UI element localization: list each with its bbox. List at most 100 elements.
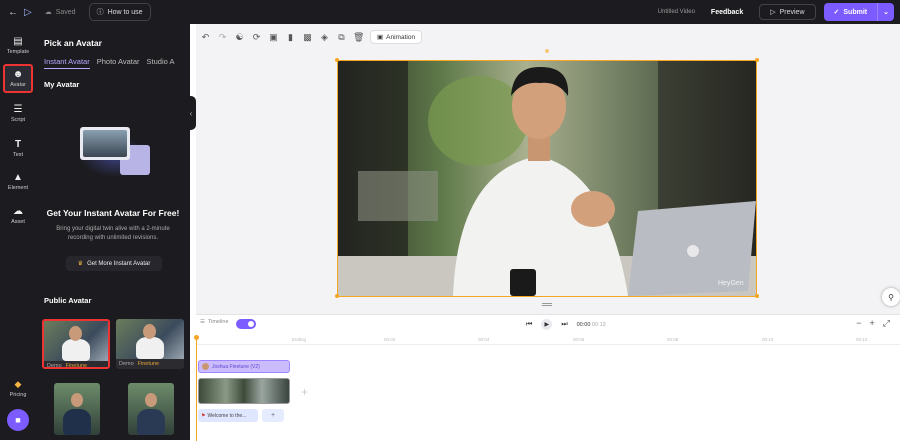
chat-icon: ■ (15, 415, 21, 425)
timeline-toggle[interactable] (236, 319, 256, 329)
current-time: 00:00 (576, 321, 591, 328)
rail-item-avatar[interactable]: ☻ Avatar (3, 64, 33, 93)
rail-item-script[interactable]: ☰ Script (3, 104, 33, 123)
resize-handle[interactable] (755, 294, 759, 298)
instant-avatar-illustration (80, 127, 150, 177)
preview-button[interactable]: ▷ Preview (759, 4, 816, 20)
playhead[interactable] (194, 335, 199, 441)
ruler-tick: 00:06 (573, 337, 585, 342)
skip-forward-icon[interactable]: ⏭ (561, 321, 567, 329)
asset-icon: ☁ (13, 206, 23, 217)
time-ruler: Ending 00:02 00:04 00:06 00:08 00:10 00:… (196, 335, 900, 345)
rail-item-element[interactable]: ▲ Element (3, 172, 33, 191)
avatar-head (71, 393, 83, 407)
zoom-out-icon[interactable]: − (856, 318, 861, 329)
resize-handle[interactable] (335, 58, 339, 62)
resize-handle[interactable] (335, 294, 339, 298)
video-canvas[interactable]: HeyGen (338, 61, 756, 296)
play-outline-icon: ▷ (770, 9, 776, 16)
animation-button[interactable]: ▣ Animation (370, 30, 423, 44)
public-avatar-card[interactable] (54, 383, 100, 435)
tab-instant-avatar[interactable]: Instant Avatar (44, 57, 90, 69)
back-arrow-icon[interactable]: ← (8, 7, 18, 18)
avatar-panel: Pick an Avatar Instant Avatar Photo Avat… (36, 24, 190, 440)
demo-tag: Demo (47, 363, 62, 369)
rail-item-template[interactable]: ▤ Template (3, 36, 33, 55)
avatar-icon: ☻ (12, 69, 24, 80)
element-icon: ▲ (13, 172, 23, 183)
time-readout: 00:00 00:13 (577, 322, 606, 328)
rail-label: Asset (11, 219, 25, 225)
project-title[interactable]: Untitled Video (658, 9, 695, 15)
template-icon: ▤ (13, 36, 23, 47)
rail-label: Script (10, 117, 26, 123)
avatar-pose-icon[interactable]: ☯ (234, 32, 245, 43)
avatar-body (136, 337, 164, 359)
tab-studio-avatar[interactable]: Studio A (147, 57, 175, 69)
layer-icon[interactable]: ◈ (319, 32, 330, 43)
text-clip-label: Welcome to the... (207, 412, 247, 419)
demo-tag: Demo (119, 361, 134, 367)
text-icon: T (14, 139, 22, 150)
rail-label: Avatar (10, 82, 26, 88)
submit-dropdown-chevron-icon[interactable]: ⌄ (878, 8, 894, 16)
rail-item-asset[interactable]: ☁ Asset (3, 206, 33, 225)
rotate-handle[interactable] (545, 49, 549, 53)
skip-back-icon[interactable]: ⏮ (526, 321, 532, 329)
avatar-clip-label: Joshua Finetune (V2) (212, 363, 260, 370)
undo-icon[interactable]: ↶ (200, 32, 211, 43)
add-clip-icon[interactable]: + (301, 385, 308, 399)
rail-item-pricing[interactable]: ◆ Pricing (3, 379, 33, 398)
diamond-icon: ◆ (14, 379, 22, 389)
background-icon[interactable]: ▣ (268, 32, 279, 43)
avatar-thumbnail (116, 319, 184, 359)
redo-icon[interactable]: ↷ (217, 32, 228, 43)
chat-support-button[interactable]: ■ (7, 409, 29, 431)
avatar-track-clip[interactable]: Joshua Finetune (V2) (198, 360, 290, 373)
add-text-button[interactable]: + (262, 409, 284, 422)
left-rail: ▤ Template ☻ Avatar ☰ Script T Text ▲ El… (0, 24, 36, 440)
get-more-instant-avatar-button[interactable]: ♛ Get More Instant Avatar (66, 256, 162, 271)
position-icon[interactable]: ▩ (302, 32, 313, 43)
app-logo-icon[interactable]: ▷ (24, 7, 32, 18)
collapse-panel-button[interactable]: ‹ (186, 96, 196, 130)
tab-photo-avatar[interactable]: Photo Avatar (97, 57, 140, 69)
zoom-in-icon[interactable]: + (870, 318, 875, 329)
drag-bar-icon[interactable] (542, 303, 552, 306)
preview-label: Preview (779, 8, 805, 16)
public-avatar-card[interactable]: Demo Finetune (42, 319, 110, 369)
blurred-furniture (358, 171, 438, 221)
video-track-clip[interactable] (198, 378, 290, 404)
avatar-tags: Demo Finetune (116, 359, 184, 369)
resize-handle[interactable] (755, 58, 759, 62)
submit-button[interactable]: ✓ Submit ⌄ (823, 3, 894, 21)
illustration-card-front (80, 127, 130, 160)
public-avatar-card[interactable] (128, 383, 174, 435)
feedback-button[interactable]: Feedback (703, 6, 751, 19)
timeline-icon: ☰ (200, 319, 205, 325)
public-avatar-card[interactable]: Demo Finetune (116, 319, 184, 369)
rail-label: Text (12, 152, 24, 158)
rail-item-text[interactable]: T Text (3, 139, 33, 158)
playhead-knob[interactable] (194, 335, 199, 340)
replace-icon[interactable]: ⟳ (251, 32, 262, 43)
submit-label: Submit (843, 8, 868, 16)
camera-icon: ▣ (377, 34, 384, 41)
saved-status: ☁ Saved (38, 5, 83, 19)
avatar-thumbnail (44, 321, 108, 361)
avatar-body (62, 339, 90, 361)
fullscreen-icon[interactable]: ⤢ (883, 318, 890, 329)
panel-title: Pick an Avatar (44, 38, 102, 48)
ruler-tick: 00:04 (478, 337, 490, 342)
text-track-clip[interactable]: ⚑ Welcome to the... (198, 409, 258, 422)
how-to-use-button[interactable]: ⓘ How to use (88, 3, 151, 21)
submit-main[interactable]: ✓ Submit (824, 3, 879, 21)
search-icon: ⚲ (888, 292, 894, 302)
align-icon[interactable]: ▮ (285, 32, 296, 43)
avatar-body (137, 409, 165, 435)
zoom-fab[interactable]: ⚲ (882, 288, 900, 306)
duplicate-icon[interactable]: ⧉ (336, 32, 347, 43)
play-button[interactable]: ▶ (541, 319, 553, 330)
timeline-toggle-label: ☰ Timeline (200, 319, 229, 325)
delete-icon[interactable]: 🗑 (353, 32, 364, 43)
